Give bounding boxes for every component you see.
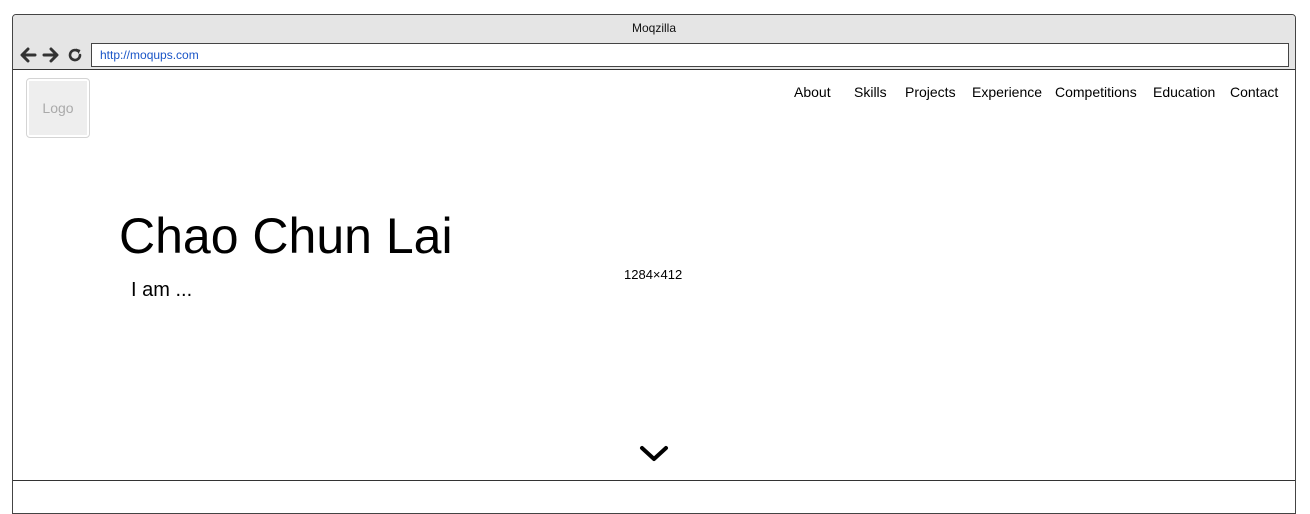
- arrow-left-icon: [20, 47, 37, 63]
- nav-link-experience[interactable]: Experience: [972, 84, 1042, 100]
- size-label: 1284×412: [624, 267, 683, 282]
- chevron-down-icon[interactable]: [639, 443, 669, 465]
- reload-icon: [68, 48, 82, 62]
- back-button[interactable]: [18, 45, 38, 65]
- window-title: Moqzilla: [13, 15, 1295, 42]
- nav-link-education[interactable]: Education: [1153, 84, 1215, 100]
- logo[interactable]: Logo: [26, 78, 90, 138]
- page-content: Logo About Skills Projects Experience Co…: [13, 70, 1295, 481]
- nav-link-competitions[interactable]: Competitions: [1055, 84, 1137, 100]
- url-input[interactable]: http://moqups.com: [91, 43, 1289, 67]
- reload-button[interactable]: [65, 45, 85, 65]
- hero-title: Chao Chun Lai: [119, 208, 453, 264]
- forward-button[interactable]: [41, 45, 61, 65]
- logo-label: Logo: [29, 81, 87, 135]
- nav-link-contact[interactable]: Contact: [1230, 84, 1278, 100]
- browser-toolbar: http://moqups.com: [13, 42, 1295, 70]
- nav-link-projects[interactable]: Projects: [905, 84, 956, 100]
- browser-window: Moqzilla http://moqups.com Logo About Sk…: [12, 14, 1296, 514]
- nav-link-skills[interactable]: Skills: [854, 84, 887, 100]
- arrow-right-icon: [42, 47, 59, 63]
- hero-tagline: I am ...: [131, 279, 193, 301]
- nav-link-about[interactable]: About: [794, 84, 831, 100]
